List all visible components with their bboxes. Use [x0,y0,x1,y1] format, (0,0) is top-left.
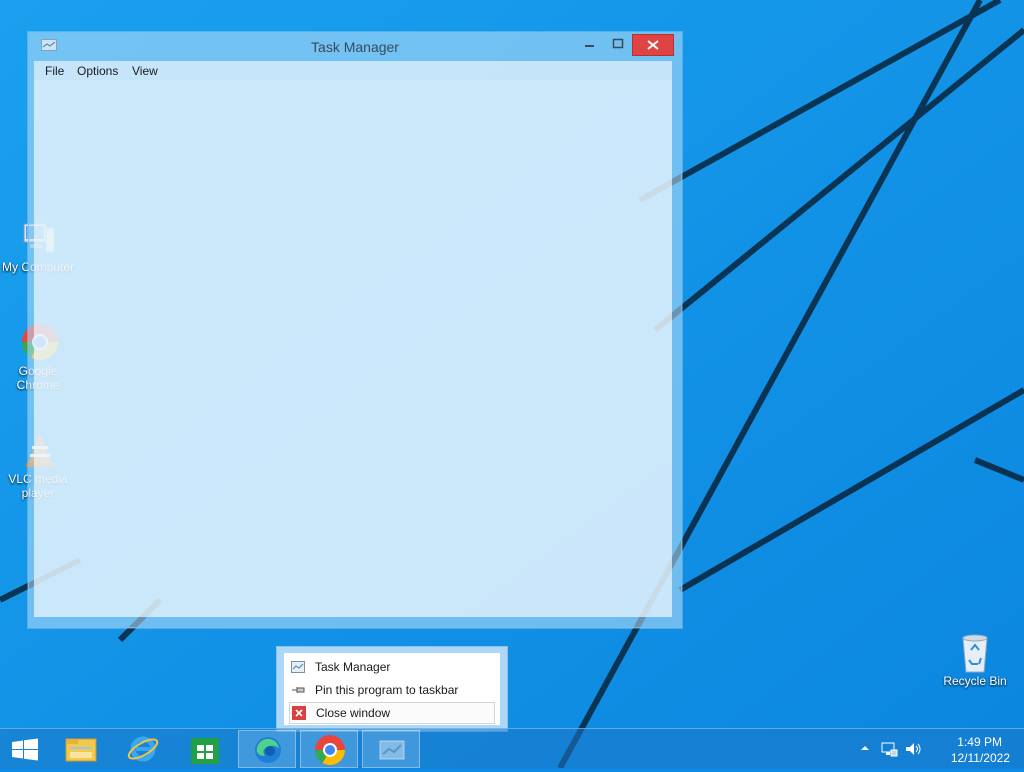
chrome-icon [315,735,345,766]
taskbar-edge[interactable] [238,730,296,768]
menu-bar: File Options View [34,61,672,80]
maximize-button[interactable] [605,34,631,54]
pin-icon [292,687,305,693]
show-hidden-icons-icon[interactable] [860,743,870,753]
minimize-button[interactable] [577,34,603,54]
task-manager-content-area [34,80,672,617]
menu-options[interactable]: Options [77,64,118,78]
task-manager-icon [291,661,305,673]
store-icon [191,738,219,764]
menu-view[interactable]: View [132,64,158,78]
jump-list-item-pin[interactable]: Pin this program to taskbar [289,680,493,700]
title-bar[interactable]: Task Manager [29,33,681,61]
close-icon [647,40,659,50]
network-icon[interactable] [880,741,898,757]
minimize-icon [585,45,594,47]
menu-file[interactable]: File [45,64,64,78]
system-tray: 1:49 PM 12/11/2022 [854,729,1024,769]
close-icon [292,706,306,720]
task-manager-window[interactable]: Task Manager File Options View [28,32,682,628]
taskbar-file-explorer[interactable] [52,730,110,768]
jump-list-item-label: Close window [316,706,391,720]
close-button[interactable] [632,34,674,56]
volume-icon[interactable] [904,741,922,757]
start-button[interactable] [0,730,50,768]
task-manager-icon [379,740,405,760]
clock-date[interactable]: 12/11/2022 [951,751,1010,765]
jump-list-panel: Task Manager Pin this program to taskbar… [284,653,500,725]
taskbar: 1:49 PM 12/11/2022 [0,728,1024,769]
clock-time[interactable]: 1:49 PM [957,735,1002,749]
taskbar-chrome[interactable] [300,730,358,768]
taskbar-task-manager[interactable] [362,730,420,768]
windows-logo-icon [12,738,38,761]
folder-icon [65,738,97,762]
taskbar-jump-list: Task Manager Pin this program to taskbar… [276,646,508,732]
desktop-icon-recycle-bin[interactable]: Recycle Bin [935,632,1015,688]
jump-list-item-close-window[interactable]: Close window [289,702,495,724]
edge-icon [255,737,281,763]
jump-list-item-task-manager[interactable]: Task Manager [289,657,493,677]
desktop-icon-label: Recycle Bin [943,674,1007,688]
internet-explorer-icon [127,736,159,762]
recycle-bin-icon [955,632,995,673]
jump-list-item-label: Task Manager [315,660,391,674]
maximize-icon [612,38,624,49]
taskbar-internet-explorer[interactable] [114,730,172,768]
jump-list-item-label: Pin this program to taskbar [315,683,459,697]
taskbar-store[interactable] [176,730,234,768]
